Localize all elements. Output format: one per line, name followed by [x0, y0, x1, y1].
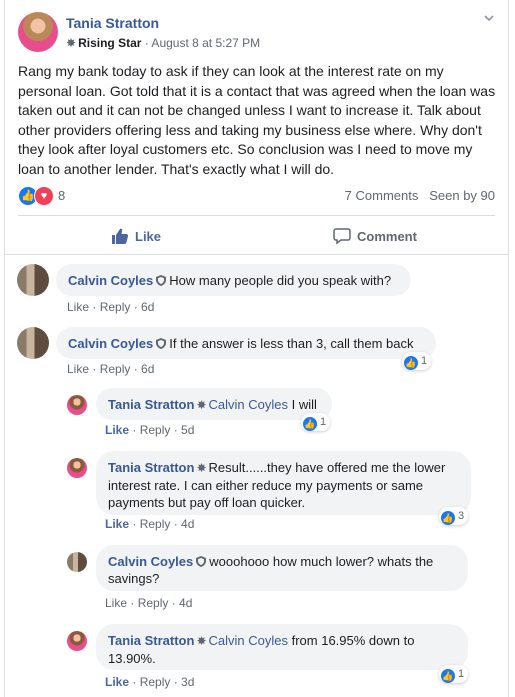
reply-age[interactable]: 4d [179, 596, 192, 610]
like-reaction-icon: 👍 [441, 511, 455, 525]
reply-age[interactable]: 3d [181, 675, 194, 689]
star-icon: ✸ [196, 461, 207, 475]
reply-author[interactable]: Tania Stratton [108, 397, 194, 412]
chevron-down-icon[interactable] [483, 12, 495, 24]
post-author-name[interactable]: Tania Stratton [66, 15, 159, 31]
thumbs-up-icon [111, 227, 129, 248]
reply-author[interactable]: Tania Stratton [108, 633, 194, 648]
reply-like-link[interactable]: Like [105, 517, 129, 531]
divider [18, 215, 495, 216]
reply-avatar[interactable] [67, 458, 87, 478]
comment-author[interactable]: Calvin Coyles [68, 336, 153, 351]
author-avatar[interactable] [18, 12, 58, 52]
post-body-text: Rang my bank today to ask if they can lo… [18, 63, 496, 177]
reply-age[interactable]: 5d [181, 423, 194, 437]
comment-actions: Like · Reply · 6d [67, 300, 155, 314]
reply-text: I will [287, 397, 317, 412]
star-icon: ✸ [196, 398, 207, 412]
love-reaction-icon: ♥ [34, 186, 54, 206]
reply-bubble: Calvin Coyles wooohooo how much lower? wh… [96, 545, 468, 591]
post-meta: ✸ Rising Star · August 8 at 5:27 PM [66, 36, 260, 50]
comment-button-label: Comment [357, 228, 417, 244]
comment-reaction-badge[interactable]: 👍 1 [402, 352, 432, 370]
reply-bubble: Tania Stratton ✸ Calvin Coyles I will [96, 388, 332, 420]
comment-bubble: Calvin Coyles How many people did you spe… [56, 264, 411, 296]
shield-icon [156, 275, 167, 286]
comments-count-link[interactable]: 7 Comments [345, 188, 419, 203]
reply-reaction-badge[interactable]: 👍 3 [439, 507, 469, 525]
reply-bubble: Tania Stratton ✸ Calvin Coyles from 16.95%… [96, 624, 468, 670]
reply-bubble: Tania Stratton ✸ Result......they have off… [96, 451, 471, 515]
reply-reply-link[interactable]: Reply [140, 517, 171, 531]
reply-avatar[interactable] [67, 395, 87, 415]
reply-reply-link[interactable]: Reply [138, 596, 169, 610]
reply-reaction-badge[interactable]: 👍 1 [301, 413, 331, 431]
reply-mention[interactable]: Calvin Coyles [209, 397, 288, 412]
comment-text: How many people did you speak with? [169, 273, 392, 288]
comment-button[interactable]: Comment [333, 227, 417, 248]
reply-author[interactable]: Calvin Coyles [108, 554, 193, 569]
commenter-avatar[interactable] [17, 264, 49, 296]
comment-text: If the answer is less than 3, call them … [169, 336, 414, 351]
reaction-count: 1 [320, 416, 327, 428]
post-card: Tania Stratton ✸ Rising Star · August 8 a… [4, 0, 509, 697]
comment-reply-link[interactable]: Reply [100, 362, 131, 376]
rising-star-badge[interactable]: Rising Star [78, 36, 141, 50]
like-reaction-icon: 👍 [303, 417, 317, 431]
shield-icon [196, 556, 207, 567]
like-button[interactable]: Like [111, 227, 161, 248]
reply-avatar[interactable] [67, 631, 87, 651]
post-timestamp[interactable]: · August 8 at 5:27 PM [145, 36, 260, 50]
like-reaction-icon: 👍 [404, 356, 418, 370]
comment-bubble: Calvin Coyles If the answer is less than … [56, 327, 436, 359]
comment-like-link[interactable]: Like [67, 362, 89, 376]
comment-author[interactable]: Calvin Coyles [68, 273, 153, 288]
shield-icon [156, 338, 167, 349]
reply-actions: Like · Reply · 4d [105, 596, 193, 610]
seen-by-link[interactable]: Seen by 90 [429, 188, 495, 203]
reply-mention[interactable]: Calvin Coyles [209, 633, 288, 648]
reaction-count: 1 [458, 668, 465, 680]
reply-actions: Like · Reply · 4d [105, 517, 195, 531]
reply-author[interactable]: Tania Stratton [108, 460, 194, 475]
comment-icon [333, 227, 351, 248]
reaction-count: 8 [58, 188, 66, 203]
reply-avatar[interactable] [67, 552, 87, 572]
star-icon: ✸ [196, 634, 207, 648]
comment-like-link[interactable]: Like [67, 300, 89, 314]
reply-like-link[interactable]: Like [105, 596, 127, 610]
comment-age[interactable]: 6d [141, 300, 154, 314]
reply-actions: Like · Reply · 3d [105, 675, 195, 689]
reaction-count: 1 [421, 355, 428, 367]
reply-reaction-badge[interactable]: 👍 1 [439, 665, 469, 683]
reply-reply-link[interactable]: Reply [140, 423, 171, 437]
reply-reply-link[interactable]: Reply [140, 675, 171, 689]
reply-actions: Like · Reply · 5d [105, 423, 195, 437]
comment-age[interactable]: 6d [141, 362, 154, 376]
reply-age[interactable]: 4d [181, 517, 194, 531]
reaction-count: 3 [458, 510, 465, 522]
reply-like-link[interactable]: Like [105, 675, 129, 689]
like-reaction-icon: 👍 [441, 669, 455, 683]
comment-actions: Like · Reply · 6d [67, 362, 155, 376]
reply-like-link[interactable]: Like [105, 423, 129, 437]
commenter-avatar[interactable] [17, 327, 49, 359]
post-stats: 7 Comments Seen by 90 [345, 188, 495, 203]
star-icon: ✸ [66, 36, 77, 50]
like-button-label: Like [135, 228, 162, 244]
comment-reply-link[interactable]: Reply [100, 300, 131, 314]
